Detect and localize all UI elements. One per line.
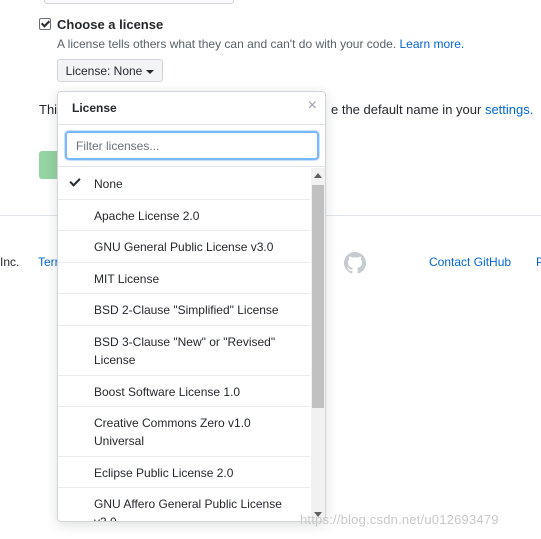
previous-field-edge — [44, 0, 234, 4]
footer-contact-link[interactable]: Contact GitHub — [429, 255, 511, 269]
license-option[interactable]: Creative Commons Zero v1.0 Universal — [58, 407, 310, 457]
license-option-label: Creative Commons Zero v1.0 Universal — [94, 416, 251, 448]
license-option[interactable]: BSD 2-Clause "Simplified" License — [58, 294, 310, 326]
license-option[interactable]: Boost Software License 1.0 — [58, 376, 310, 407]
dropdown-title: License — [72, 101, 117, 115]
filter-wrapper — [58, 125, 325, 167]
license-option[interactable]: None — [58, 168, 310, 200]
footer-right-link[interactable]: P — [536, 255, 541, 269]
scrollbar-thumb[interactable] — [312, 185, 324, 408]
filter-licenses-input[interactable] — [65, 131, 319, 160]
license-option[interactable]: GNU General Public License v3.0 — [58, 231, 310, 263]
license-button-label: License: None — [65, 64, 143, 78]
license-option-label: GNU General Public License v3.0 — [94, 240, 274, 254]
license-option-label: BSD 3-Clause "New" or "Revised" License — [94, 335, 276, 367]
caret-down-icon — [146, 69, 155, 74]
dropdown-header: License × — [58, 92, 325, 125]
license-option[interactable]: BSD 3-Clause "New" or "Revised" License — [58, 326, 310, 376]
license-checkbox[interactable] — [39, 18, 51, 30]
license-option-label: Apache License 2.0 — [94, 209, 200, 223]
license-option[interactable]: MIT License — [58, 263, 310, 294]
license-dropdown: License × None Apache License 2.0 GNU Gene… — [57, 91, 326, 522]
scroll-up-arrow-icon[interactable] — [314, 173, 322, 178]
license-option-label: BSD 2-Clause "Simplified" License — [94, 303, 279, 317]
github-logo-icon[interactable] — [344, 252, 366, 274]
license-select-button[interactable]: License: None — [57, 59, 163, 82]
close-icon[interactable]: × — [308, 97, 317, 115]
create-repository-button[interactable] — [39, 151, 58, 179]
learn-more-link[interactable]: Learn more. — [400, 37, 465, 51]
license-title: Choose a license — [57, 17, 164, 32]
license-option-label: GNU Affero General Public License v3.0 — [94, 497, 282, 522]
license-description-text: A license tells others what they can and… — [57, 37, 397, 51]
check-icon — [69, 175, 81, 187]
footer-terms-link[interactable]: Terr — [38, 255, 59, 269]
dropdown-scrollbar[interactable] — [311, 168, 325, 521]
license-option[interactable]: Eclipse Public License 2.0 — [58, 457, 310, 488]
branch-info-text: e the default name in your settings. — [331, 102, 533, 117]
license-option[interactable]: Apache License 2.0 — [58, 200, 310, 231]
watermark-text: https://blog.csdn.net/u012693479 — [300, 512, 499, 527]
license-description: A license tells others what they can and… — [57, 37, 464, 51]
footer-copyright: Inc. — [0, 255, 20, 269]
license-option-label: Boost Software License 1.0 — [94, 385, 241, 399]
license-option-label: Eclipse Public License 2.0 — [94, 466, 234, 480]
branch-info-suffix: e the default name in your — [331, 102, 482, 117]
license-option-label: MIT License — [94, 272, 160, 286]
license-option-label: None — [94, 177, 123, 191]
license-list: None Apache License 2.0 GNU General Public… — [58, 168, 310, 522]
license-option[interactable]: GNU Affero General Public License v3.0 — [58, 488, 310, 522]
settings-link[interactable]: settings. — [485, 102, 533, 117]
